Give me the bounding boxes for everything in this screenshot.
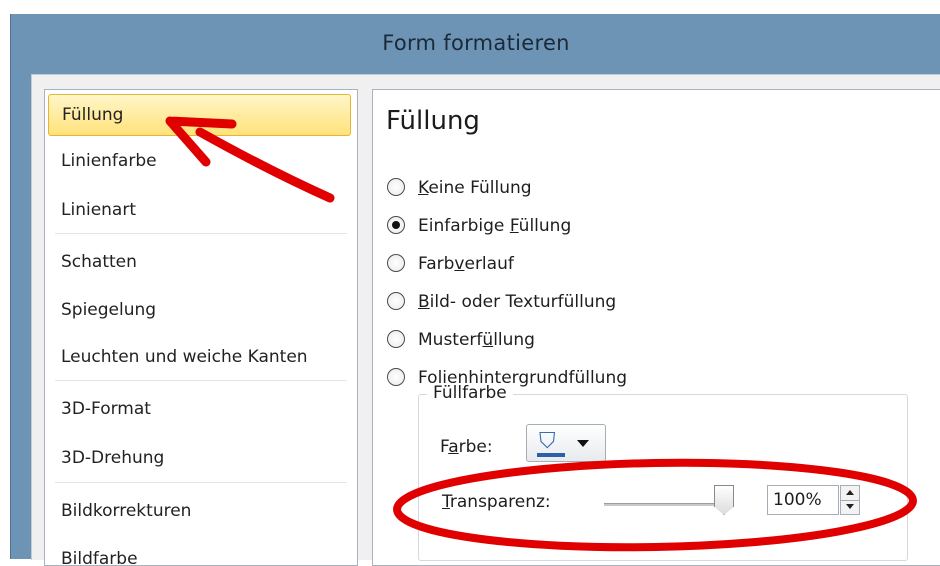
group-legend: Füllfarbe <box>427 383 513 403</box>
category-item-spiegelung[interactable]: Spiegelung <box>48 289 351 331</box>
color-swatch <box>537 453 565 457</box>
category-item-linienart[interactable]: Linienart <box>48 189 351 231</box>
category-separator <box>55 233 347 234</box>
radio-button-icon[interactable] <box>387 178 405 196</box>
category-separator <box>55 380 347 381</box>
spin-up-button[interactable] <box>841 486 859 501</box>
category-separator <box>55 482 347 483</box>
spin-down-button[interactable] <box>841 500 859 514</box>
category-item-label: 3D-Drehung <box>61 448 165 468</box>
category-item-label: Bildkorrekturen <box>61 501 192 521</box>
radio-button-icon[interactable] <box>387 330 405 348</box>
dialog-title: Form formatieren <box>382 31 570 55</box>
category-item-3d-format[interactable]: 3D-Format <box>48 388 351 430</box>
radio-button-selected-icon[interactable] <box>387 216 405 234</box>
category-item-label: Linienart <box>61 200 136 220</box>
category-item-3d-drehung[interactable]: 3D-Drehung <box>48 437 351 479</box>
category-item-schatten[interactable]: Schatten <box>48 241 351 283</box>
category-item-fuellung[interactable]: Füllung <box>48 94 351 136</box>
category-item-label: Füllung <box>62 105 124 125</box>
transparency-slider-track[interactable] <box>604 503 729 506</box>
category-item-label: Leuchten und weiche Kanten <box>61 347 308 367</box>
category-list: Füllung Linienfarbe Linienart Schatten S… <box>44 89 358 566</box>
transparency-value-input[interactable]: 100% <box>767 485 839 515</box>
chevron-down-icon <box>577 440 589 447</box>
category-item-label: Linienfarbe <box>61 151 157 171</box>
color-label: Farbe: <box>440 437 493 457</box>
fill-color-group: Füllfarbe <box>418 383 908 561</box>
fill-color-picker-button[interactable]: ⛉ <box>526 424 606 462</box>
paint-bucket-icon: ⛉ <box>539 429 556 454</box>
radio-button-icon[interactable] <box>387 254 405 272</box>
category-item-label: Schatten <box>61 252 137 272</box>
arrow-up-icon <box>846 490 854 495</box>
category-item-leuchten[interactable]: Leuchten und weiche Kanten <box>48 336 351 378</box>
category-item-linienfarbe[interactable]: Linienfarbe <box>48 140 351 182</box>
arrow-down-icon <box>846 504 854 509</box>
radio-button-icon[interactable] <box>387 292 405 310</box>
category-item-label: 3D-Format <box>61 399 151 419</box>
transparency-spinner <box>840 485 860 515</box>
radio-button-icon[interactable] <box>387 368 405 386</box>
category-item-label: Bildfarbe <box>61 549 138 566</box>
panel-title: Füllung <box>386 106 480 136</box>
transparency-label: Transparenz: <box>442 492 551 512</box>
category-item-label: Spiegelung <box>61 300 157 320</box>
category-item-bildkorrekturen[interactable]: Bildkorrekturen <box>48 490 351 532</box>
category-item-bildfarbe[interactable]: Bildfarbe <box>48 538 351 566</box>
